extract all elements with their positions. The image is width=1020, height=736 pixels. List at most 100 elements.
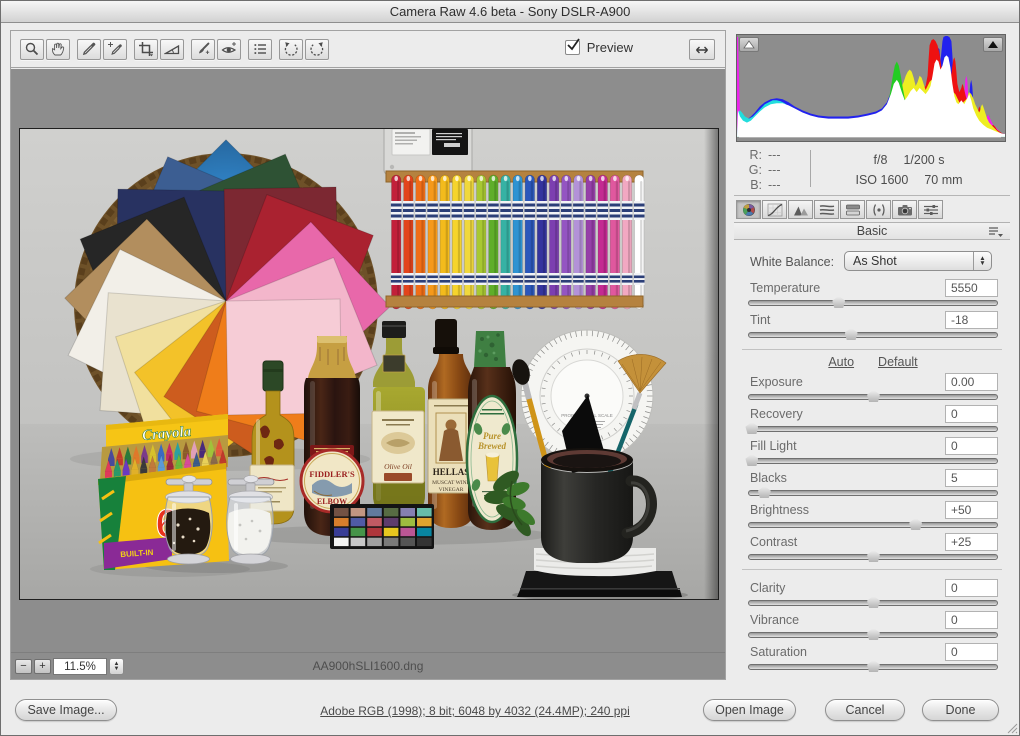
slider-label: Saturation	[750, 645, 807, 659]
slider-blacks: Blacks5	[748, 469, 998, 499]
b-value: ---	[768, 178, 781, 192]
zoom-tool[interactable]	[20, 39, 44, 60]
highlight-clipping-button[interactable]	[983, 37, 1003, 52]
open-image-button[interactable]: Open Image	[703, 699, 796, 721]
g-value: ---	[768, 163, 781, 177]
title-bar: Camera Raw 4.6 beta - Sony DSLR-A900	[0, 0, 1020, 23]
workflow-options-link[interactable]: Adobe RGB (1998); 8 bit; 6048 by 4032 (2…	[0, 704, 950, 718]
slider-thumb[interactable]	[745, 454, 758, 466]
filename-label: AA900hSLI1600.dng	[11, 659, 725, 673]
slider-saturation: Saturation 0	[748, 643, 998, 673]
slider-track[interactable]	[748, 458, 998, 464]
camera-settings: f/81/200 s ISO 160070 mm	[818, 150, 1000, 190]
preview-checkbox[interactable]	[565, 40, 580, 55]
slider-label: Recovery	[750, 407, 803, 421]
rotate-right-button[interactable]	[305, 39, 329, 60]
slider-track[interactable]	[748, 600, 998, 606]
slider-track[interactable]	[748, 522, 998, 528]
slider-thumb[interactable]	[867, 550, 880, 562]
tab-camera-calibration[interactable]	[892, 200, 917, 219]
slider-value-field[interactable]: 0	[945, 405, 998, 423]
slider-value-field[interactable]: 5550	[945, 279, 998, 297]
histogram	[736, 34, 1006, 142]
slider-track[interactable]	[748, 554, 998, 560]
tab-hsl-grayscale[interactable]	[814, 200, 839, 219]
floss-rack	[386, 171, 645, 309]
calibration-device	[384, 129, 472, 175]
retouch-tool[interactable]	[191, 39, 215, 60]
slider-label: Contrast	[750, 535, 797, 549]
slider-value-field[interactable]: +25	[945, 533, 998, 551]
tab-lens-corrections[interactable]	[866, 200, 891, 219]
panel-header: Basic	[734, 222, 1010, 240]
tab-split-toning[interactable]	[840, 200, 865, 219]
auto-link[interactable]: Auto	[828, 355, 854, 369]
slider-clarity: Clarity0	[748, 579, 998, 609]
slider-value-field[interactable]: 0	[945, 579, 998, 597]
slider-thumb[interactable]	[867, 596, 880, 608]
tool-group	[191, 39, 241, 60]
split-toning-icon	[844, 203, 862, 217]
slider-value-field[interactable]: -18	[945, 311, 998, 329]
aperture-icon	[740, 203, 758, 217]
slider-thumb[interactable]	[845, 328, 858, 340]
r-value: ---	[768, 148, 781, 162]
slider-value-field[interactable]: 5	[945, 469, 998, 487]
slider-thumb[interactable]	[832, 296, 845, 308]
slider-thumb[interactable]	[867, 628, 880, 640]
shadow-clipping-button[interactable]	[739, 37, 759, 52]
cancel-button[interactable]: Cancel	[825, 699, 905, 721]
red-eye-tool[interactable]	[217, 39, 241, 60]
slider-value-field[interactable]: 0.00	[945, 373, 998, 391]
slider-track[interactable]	[748, 632, 998, 638]
select-stepper-icon: ▲▼	[973, 252, 991, 270]
slider-thumb[interactable]	[745, 422, 758, 434]
hand-tool[interactable]	[46, 39, 70, 60]
preferences-button[interactable]	[248, 39, 272, 60]
white-balance-tool[interactable]	[77, 39, 101, 60]
toggle-fullscreen-button[interactable]	[689, 39, 715, 60]
preview-label: Preview	[587, 40, 633, 55]
tool-group	[248, 39, 272, 60]
slider-value-field[interactable]: 0	[945, 437, 998, 455]
panel-menu-button[interactable]	[987, 225, 1005, 238]
auto-default-links: Auto Default	[748, 355, 998, 369]
slider-thumb[interactable]	[909, 518, 922, 530]
straighten-tool[interactable]	[160, 39, 184, 60]
slider-value-field[interactable]: +50	[945, 501, 998, 519]
slider-thumb[interactable]	[867, 390, 880, 402]
resize-grip[interactable]	[1005, 721, 1018, 734]
done-button[interactable]: Done	[922, 699, 999, 721]
photo-edge-shade	[704, 129, 718, 599]
slider-track[interactable]	[748, 426, 998, 432]
tab-detail[interactable]	[788, 200, 813, 219]
slider-value-field[interactable]: 0	[945, 643, 998, 661]
slider-fill-light: Fill Light 0	[748, 437, 998, 467]
slider-track[interactable]	[748, 394, 998, 400]
iso: ISO 1600	[855, 173, 908, 187]
default-link[interactable]: Default	[878, 355, 918, 369]
red-eye-icon	[221, 41, 237, 57]
adjustments-panel: R:--- G:--- B:--- f/81/200 s ISO 160070 …	[734, 30, 1010, 682]
horizontal-arrows-icon	[694, 42, 710, 58]
color-checker-card	[330, 504, 434, 549]
slider-track[interactable]	[748, 300, 998, 306]
white-balance-select[interactable]: As Shot ▲▼	[844, 251, 992, 271]
tab-presets[interactable]	[918, 200, 943, 219]
rotate-left-button[interactable]	[279, 39, 303, 60]
flyout-menu-icon	[987, 225, 1005, 238]
tab-basic[interactable]	[736, 200, 761, 219]
color-sampler-tool[interactable]	[103, 39, 127, 60]
window-title: Camera Raw 4.6 beta - Sony DSLR-A900	[390, 4, 631, 19]
slider-thumb[interactable]	[867, 660, 880, 672]
slider-recovery: Recovery 0	[748, 405, 998, 435]
slider-track[interactable]	[748, 664, 998, 670]
image-canvas[interactable]: FIDDLER'S ELBOW Olive Oil	[19, 128, 719, 600]
tab-tone-curve[interactable]	[762, 200, 787, 219]
crop-tool[interactable]	[134, 39, 158, 60]
slider-label: Fill Light	[750, 439, 797, 453]
slider-track[interactable]	[748, 332, 998, 338]
slider-value-field[interactable]: 0	[945, 611, 998, 629]
slider-thumb[interactable]	[758, 486, 771, 498]
slider-track[interactable]	[748, 490, 998, 496]
